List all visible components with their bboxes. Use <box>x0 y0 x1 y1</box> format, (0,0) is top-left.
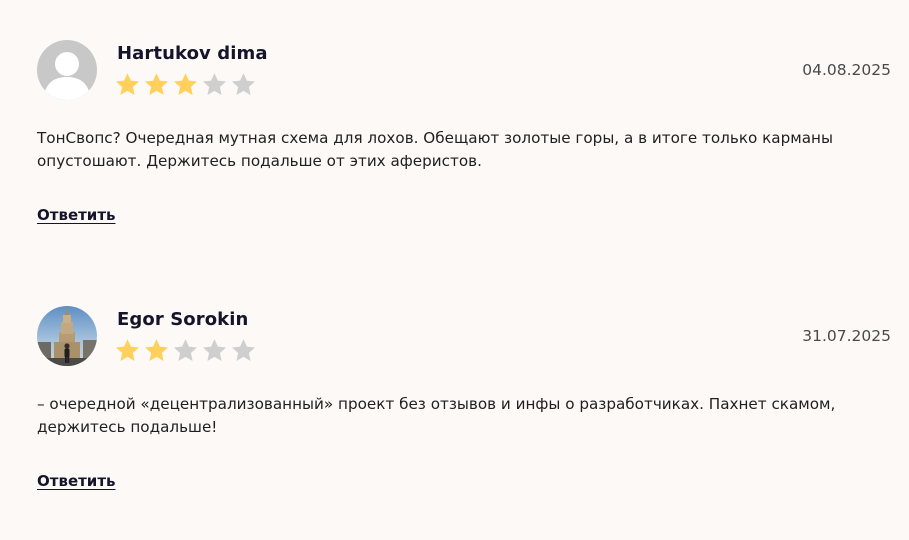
star-empty-icon <box>203 339 226 361</box>
star-empty-icon <box>174 339 197 361</box>
review-date: 31.07.2025 <box>802 327 891 345</box>
star-filled-icon <box>116 73 139 95</box>
star-filled-icon <box>116 339 139 361</box>
reply-link[interactable]: Ответить <box>37 472 116 490</box>
review-author: Hartukov dima <box>117 43 268 64</box>
star-filled-icon <box>145 73 168 95</box>
review-text: ТонСвопс? Очередная мутная схема для лох… <box>37 129 833 170</box>
star-empty-icon <box>232 73 255 95</box>
star-filled-icon <box>145 339 168 361</box>
star-empty-icon <box>203 73 226 95</box>
star-rating <box>115 338 256 364</box>
user-photo-avatar <box>37 306 97 366</box>
default-avatar-icon <box>37 40 97 100</box>
star-filled-icon <box>174 73 197 95</box>
review-author: Egor Sorokin <box>117 309 249 330</box>
review-text: – очередной «децентрализованный» проект … <box>37 395 836 436</box>
star-empty-icon <box>232 339 255 361</box>
review-date: 04.08.2025 <box>802 61 891 79</box>
star-rating <box>115 72 256 98</box>
reply-link[interactable]: Ответить <box>37 206 116 224</box>
